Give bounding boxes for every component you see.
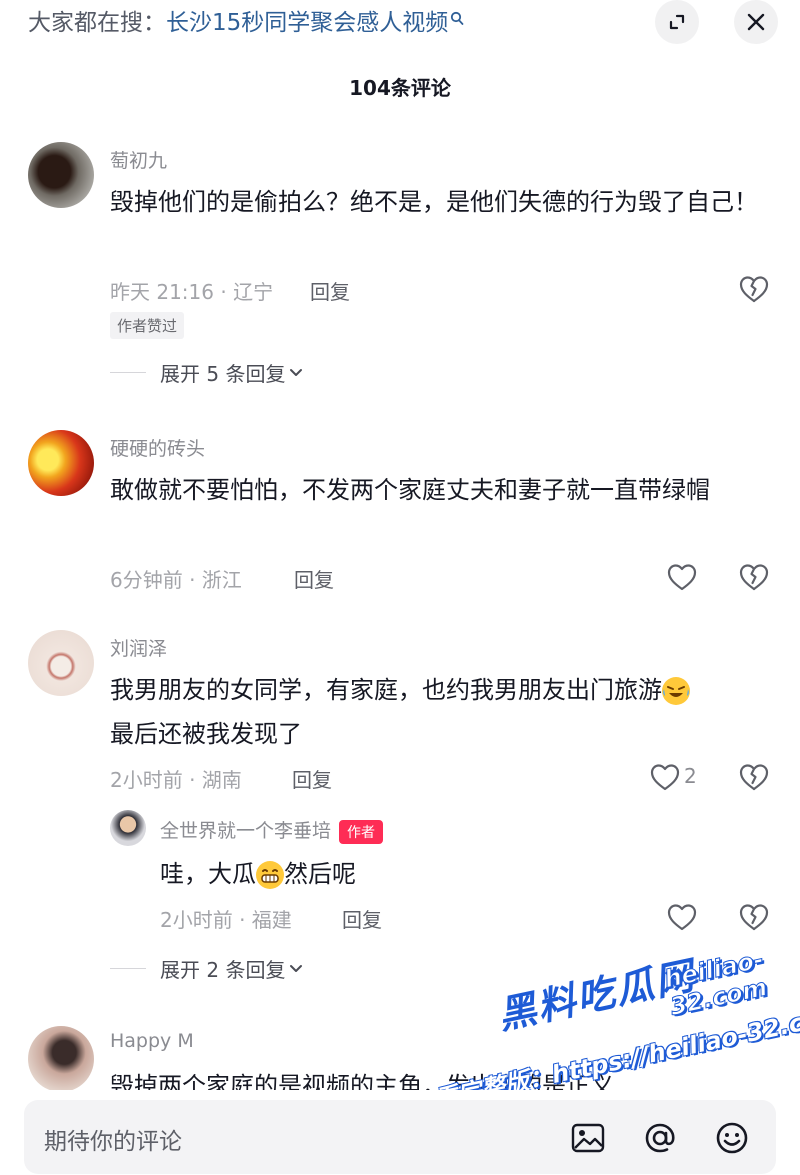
- at-icon: [645, 1123, 675, 1153]
- reply-username-row: 全世界就一个李垂培 作者: [160, 816, 384, 844]
- close-button[interactable]: [734, 0, 778, 44]
- like-button[interactable]: [665, 560, 699, 594]
- author-liked-badge: 作者赞过: [110, 312, 185, 339]
- reply-text-a: 哇，大瓜: [160, 860, 256, 888]
- like-button[interactable]: [665, 900, 699, 934]
- emoji-button[interactable]: [714, 1120, 750, 1156]
- comment-item: 硬硬的砖头 敢做就不要怕怕，不发两个家庭丈夫和妻子就一直带绿帽 6分钟前 · 浙…: [0, 428, 800, 608]
- broken-heart-icon: [739, 904, 769, 931]
- search-term-link[interactable]: 长沙15秒同学聚会感人视频: [166, 10, 448, 36]
- reply-avatar[interactable]: [110, 810, 146, 846]
- expand-replies-label: 展开 5 条回复: [160, 362, 286, 386]
- divider-line: [110, 968, 146, 969]
- dislike-button[interactable]: [737, 900, 771, 934]
- comment-username[interactable]: 刘润泽: [110, 634, 167, 661]
- reply-text-b: 然后呢: [284, 860, 356, 888]
- comment-meta: 2小时前 · 湖南: [110, 768, 242, 792]
- comment-username[interactable]: 硬硬的砖头: [110, 434, 205, 461]
- broken-heart-icon: [739, 276, 769, 303]
- search-icon: [450, 6, 464, 40]
- comment-text: 毁掉两个家庭的是视频的主角，发出来的是正义: [110, 1072, 614, 1090]
- dislike-button[interactable]: [737, 760, 771, 794]
- search-prefix: 大家都在搜：: [28, 10, 166, 36]
- expand-replies-button[interactable]: 展开 5 条回复: [110, 358, 303, 387]
- comment-item: Happy M 毁掉两个家庭的是视频的主角，发出来的是正义: [0, 1024, 800, 1090]
- dislike-button[interactable]: [737, 272, 771, 306]
- reply-button[interactable]: 回复: [292, 764, 332, 793]
- avatar[interactable]: [28, 430, 94, 496]
- comment-text: 敢做就不要怕怕，不发两个家庭丈夫和妻子就一直带绿帽: [110, 476, 710, 504]
- expand-replies-button[interactable]: 展开 2 条回复: [110, 954, 303, 983]
- laughing-crying-emoji: [662, 677, 690, 705]
- comment-meta: 昨天 21:16 · 辽宁: [110, 280, 274, 304]
- chevron-down-icon: [290, 964, 303, 972]
- top-bar: 大家都在搜：长沙15秒同学聚会感人视频: [0, 0, 800, 50]
- mention-button[interactable]: [642, 1120, 678, 1156]
- heart-icon: [667, 904, 697, 931]
- divider-line: [110, 372, 146, 373]
- comment-username[interactable]: 萄初九: [110, 146, 167, 173]
- comment-count-title: 104条评论: [349, 76, 451, 100]
- comment-input[interactable]: 期待你的评论: [24, 1100, 776, 1174]
- comment-username[interactable]: Happy M: [110, 1030, 194, 1052]
- comment-item: 萄初九 毁掉他们的是偷拍么？绝不是，是他们失德的行为毁了自己！ 昨天 21:16…: [0, 140, 800, 400]
- image-icon: [571, 1123, 605, 1153]
- comment-text-line: 我男朋友的女同学，有家庭，也约我男朋友出门旅游: [110, 676, 662, 704]
- avatar[interactable]: [28, 142, 94, 208]
- heart-icon: [650, 764, 680, 791]
- avatar[interactable]: [28, 1026, 94, 1090]
- reply-button[interactable]: 回复: [342, 904, 382, 933]
- broken-heart-icon: [739, 764, 769, 791]
- reply-button[interactable]: 回复: [310, 276, 350, 305]
- expand-icon: [669, 14, 685, 30]
- smile-icon: [716, 1122, 748, 1154]
- close-icon: [747, 13, 765, 31]
- reply-text: 哇，大瓜 然后呢: [160, 852, 800, 896]
- expand-replies-label: 展开 2 条回复: [160, 958, 286, 982]
- comment-text: 毁掉他们的是偷拍么？绝不是，是他们失德的行为毁了自己！: [110, 188, 758, 216]
- grin-emoji: [256, 861, 284, 889]
- comment-input-placeholder: 期待你的评论: [44, 1129, 182, 1155]
- like-button[interactable]: [648, 760, 682, 794]
- search-suggestion[interactable]: 大家都在搜：长沙15秒同学聚会感人视频: [28, 6, 464, 40]
- comment-meta: 6分钟前 · 浙江: [110, 568, 242, 592]
- author-badge: 作者: [339, 819, 384, 844]
- dislike-button[interactable]: [737, 560, 771, 594]
- image-button[interactable]: [570, 1120, 606, 1156]
- comment-text-line2: 最后还被我发现了: [110, 720, 302, 748]
- comment-text: 我男朋友的女同学，有家庭，也约我男朋友出门旅游: [110, 668, 760, 712]
- broken-heart-icon: [739, 564, 769, 591]
- reply-username[interactable]: 全世界就一个李垂培: [160, 820, 331, 842]
- avatar[interactable]: [28, 630, 94, 696]
- comment-input-footer: 期待你的评论: [0, 1090, 800, 1175]
- heart-icon: [667, 564, 697, 591]
- like-count: 2: [684, 764, 697, 788]
- chevron-down-icon: [290, 368, 303, 376]
- comment-item: 刘润泽 我男朋友的女同学，有家庭，也约我男朋友出门旅游 最后还被我发现了 2小时…: [0, 628, 800, 988]
- expand-button[interactable]: [655, 0, 699, 44]
- reply-button[interactable]: 回复: [294, 564, 334, 593]
- reply-meta: 2小时前 · 福建: [160, 908, 292, 932]
